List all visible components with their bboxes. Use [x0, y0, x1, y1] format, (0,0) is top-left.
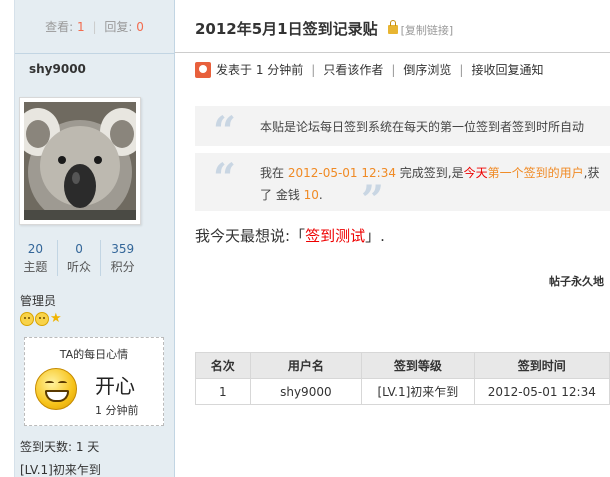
post-title: 2012年5月1日签到记录贴 — [195, 20, 378, 38]
stat-points-label: 积分 — [110, 260, 135, 274]
views-label: 查看: — [45, 20, 74, 34]
author-username[interactable]: shy9000 — [15, 54, 174, 84]
replies-label: 回复: — [104, 20, 133, 34]
reward-prefix: 了 金钱 — [260, 188, 304, 202]
rank-icons: ★ — [20, 312, 62, 326]
stat-threads-value: 20 — [27, 242, 43, 256]
signin-suffix: ,获 — [583, 166, 600, 180]
daily-message-content: 签到测试 — [305, 227, 366, 245]
stat-points[interactable]: 359 积分 — [101, 240, 144, 276]
daily-message-suffix: 」. — [365, 227, 385, 245]
col-username: 用户名 — [249, 352, 363, 379]
signin-first-user: 第一个签到的用户 — [487, 166, 584, 180]
signin-level: [LV.1]初来乍到 — [20, 463, 101, 477]
signin-mid: 完成签到,是 — [395, 166, 464, 180]
signin-info: 签到天数: 1 天 [LV.1]初来乍到 — [20, 436, 101, 477]
daily-message: 我今天最想说:「签到测试」. — [195, 225, 385, 246]
reward-suffix: . — [318, 188, 323, 202]
post-title-row: 2012年5月1日签到记录贴 [复制链接] — [195, 18, 453, 39]
cell-time: 2012-05-01 12:34 — [473, 378, 610, 405]
view-author-only-link[interactable]: 只看该作者 — [323, 61, 383, 78]
signin-record-table: 名次 用户名 签到等级 签到时间 1 shy9000 [LV.1]初来乍到 20… — [195, 352, 610, 405]
stat-threads-label: 主题 — [23, 260, 48, 274]
quote-block-signin: “ ” 我在 2012-05-01 12:34 完成签到,是今天第一个签到的用户… — [195, 153, 610, 221]
happy-face-icon — [35, 368, 77, 410]
quote-block-notice: “ 本贴是论坛每日签到系统在每天的第一位签到者签到时所自动 — [195, 106, 610, 152]
mood-time: 1 分钟前 — [95, 404, 139, 417]
reply-notify-link[interactable]: 接收回复通知 — [471, 61, 543, 78]
stat-threads[interactable]: 20 主题 — [14, 240, 58, 276]
post-meta-bar: 发表于 1 分钟前 | 只看该作者 | 倒序浏览 | 接收回复通知 — [195, 61, 543, 78]
table-row: 1 shy9000 [LV.1]初来乍到 2012-05-01 12:34 — [195, 378, 610, 405]
daily-message-prefix: 我今天最想说:「 — [195, 227, 306, 245]
reverse-order-link[interactable]: 倒序浏览 — [403, 61, 451, 78]
stats-separator: | — [92, 20, 97, 34]
stat-followers-value: 0 — [75, 242, 83, 256]
rank-smiley-icon — [20, 312, 34, 326]
author-online-icon — [195, 61, 211, 78]
signin-today: 今天 — [463, 166, 488, 180]
mood-title: TA的每日心情 — [59, 348, 129, 361]
signin-datetime: 2012-05-01 12:34 — [287, 166, 396, 180]
views-count: 1 — [77, 20, 85, 34]
open-quote-icon: “ — [213, 108, 237, 155]
permanent-note: 帖子永久地 — [549, 275, 604, 288]
cell-rank: 1 — [195, 378, 251, 405]
daily-mood-box: TA的每日心情 开心 1 分钟前 — [24, 337, 164, 426]
col-time: 签到时间 — [473, 352, 610, 379]
post-time: 发表于 1 分钟前 — [216, 63, 304, 77]
mood-text: 开心 — [95, 374, 135, 398]
author-stats: 20 主题 0 听众 359 积分 — [14, 240, 144, 276]
lock-icon — [387, 20, 398, 34]
reward-amount: 10 — [303, 188, 319, 202]
avatar[interactable] — [19, 97, 141, 225]
signin-days: 签到天数: 1 天 — [20, 440, 100, 454]
title-divider — [175, 52, 610, 53]
cell-level: [LV.1]初来乍到 — [361, 378, 475, 405]
rank-smiley-icon — [35, 312, 49, 326]
stat-points-value: 359 — [111, 242, 135, 256]
stat-followers[interactable]: 0 听众 — [58, 240, 102, 276]
post-main: 2012年5月1日签到记录贴 [复制链接] 发表于 1 分钟前 | 只看该作者 … — [175, 0, 610, 477]
koala-avatar-image — [24, 102, 136, 220]
replies-count: 0 — [136, 20, 144, 34]
col-level: 签到等级 — [361, 352, 475, 379]
user-group-label[interactable]: 管理员 — [20, 292, 56, 309]
col-rank: 名次 — [195, 352, 251, 379]
thread-stats: 查看: 1 | 回复: 0 — [15, 0, 174, 54]
quote-notice-text: 本贴是论坛每日签到系统在每天的第一位签到者签到时所自动 — [260, 120, 585, 134]
quote-signin-text: 我在 2012-05-01 12:34 完成签到,是今天第一个签到的用户,获 了… — [260, 162, 599, 206]
thread-page: 查看: 1 | 回复: 0 shy9000 20 主题 0 听众 359 积分 … — [0, 0, 610, 477]
copy-link[interactable]: [复制链接] — [401, 22, 454, 38]
rank-star-icon: ★ — [50, 311, 62, 326]
stat-followers-label: 听众 — [67, 260, 92, 274]
cell-username[interactable]: shy9000 — [249, 378, 363, 405]
table-header-row: 名次 用户名 签到等级 签到时间 — [195, 352, 610, 379]
open-quote-icon: “ — [213, 155, 237, 202]
signin-prefix: 我在 — [260, 166, 288, 180]
